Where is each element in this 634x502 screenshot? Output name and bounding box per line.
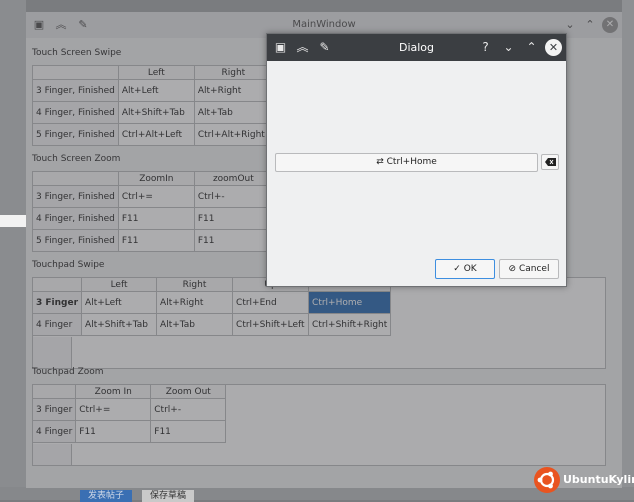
ubuntukylin-logo: UbuntuKylin xyxy=(534,467,634,495)
backspace-clear-icon xyxy=(545,158,556,166)
help-icon[interactable]: ? xyxy=(477,39,494,56)
chevron-up-icon[interactable]: ⌃ xyxy=(523,39,540,56)
ok-label: OK xyxy=(463,264,477,274)
desktop-patch xyxy=(0,215,26,227)
shortcut-arrows-icon: ⇄ xyxy=(376,157,384,167)
shortcut-value: Ctrl+Home xyxy=(386,157,437,167)
ok-button[interactable]: ✓ OK xyxy=(435,259,495,279)
shortcut-dialog: ▣ ︽ ✎ Dialog ? ⌄ ⌃ ✕ ⇄ Ctrl+Home ✓ OK ⊘ … xyxy=(266,33,567,287)
check-icon: ✓ xyxy=(453,264,461,274)
cancel-button[interactable]: ⊘ Cancel xyxy=(499,259,559,279)
desktop-right-strip xyxy=(622,0,634,500)
cancel-label: Cancel xyxy=(518,264,550,274)
desktop-left-strip xyxy=(0,0,26,500)
ubuntu-circle-icon xyxy=(534,467,560,493)
save-draft-button[interactable]: 保存草稿 xyxy=(142,490,195,502)
logo-text: UbuntuKylin xyxy=(563,473,634,486)
clear-shortcut-button[interactable] xyxy=(541,154,559,170)
close-icon[interactable]: ✕ xyxy=(545,39,562,56)
shortcut-capture-button[interactable]: ⇄ Ctrl+Home xyxy=(275,153,538,172)
dialog-title: Dialog xyxy=(398,41,435,54)
dialog-titlebar: ▣ ︽ ✎ Dialog ? ⌄ ⌃ ✕ xyxy=(267,34,566,61)
cancel-circle-icon: ⊘ xyxy=(508,264,517,274)
post-button[interactable]: 发表帖子 xyxy=(80,490,133,502)
chevron-down-icon[interactable]: ⌄ xyxy=(500,39,517,56)
